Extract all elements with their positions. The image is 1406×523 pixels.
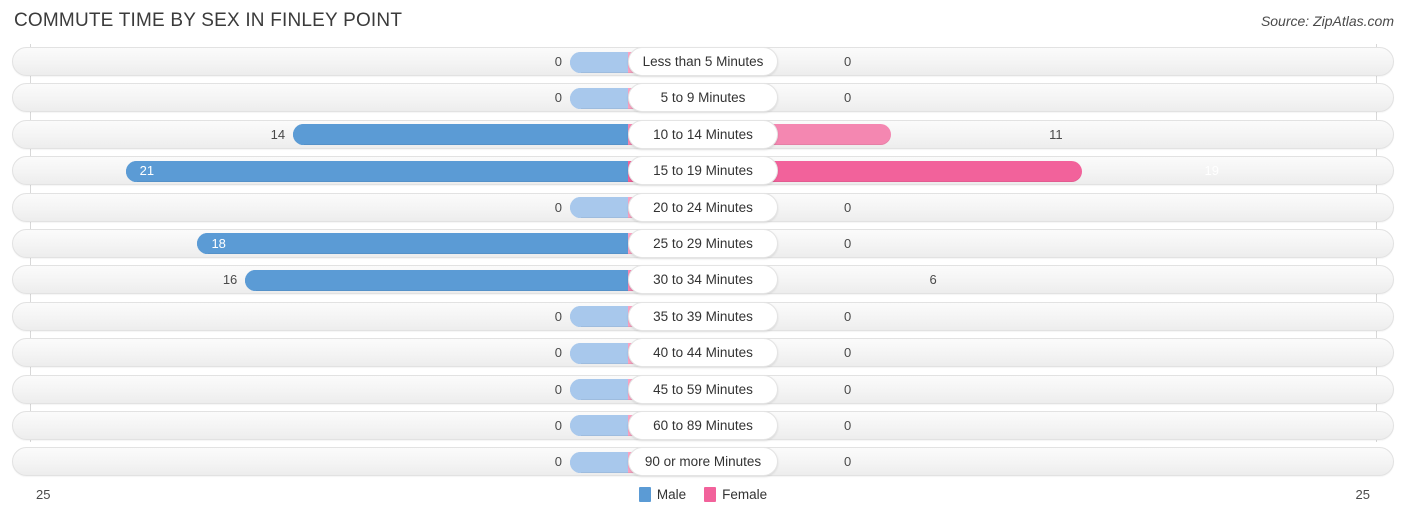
value-label-male: 16 [222,272,238,288]
category-label-pill: 45 to 59 Minutes [628,374,778,404]
bar-male[interactable] [293,124,628,146]
value-label-male: 18 [211,235,226,251]
value-label-male: 0 [554,199,562,215]
bar-male[interactable] [570,342,628,364]
category-label-pill: 15 to 19 Minutes [628,156,778,186]
chart-header: COMMUTE TIME BY SEX IN FINLEY POINT Sour… [0,0,1406,44]
category-label-pill: 60 to 89 Minutes [628,410,778,440]
category-label-pill: 25 to 29 Minutes [628,228,778,258]
bar-row: 0 0 45 to 59 Minutes [0,372,1406,408]
bar-row: 0 0 5 to 9 Minutes [0,80,1406,116]
value-label-male: 0 [554,90,562,106]
bar-row: 21 19 15 to 19 Minutes [0,153,1406,189]
category-label-pill: 5 to 9 Minutes [628,83,778,113]
bar-male[interactable] [570,415,628,437]
value-label-male: 0 [554,345,562,361]
bar-rows: 0 0 Less than 5 Minutes 0 0 5 to 9 Minutes 14 1… [0,44,1406,481]
value-label-female: 0 [844,417,852,433]
bar-male[interactable] [570,306,628,328]
category-label-pill: 30 to 34 Minutes [628,265,778,295]
value-label-male: 0 [554,381,562,397]
bar-male[interactable] [570,51,628,73]
chart-footer: 25 25 Male Female [0,481,1406,523]
value-label-female: 6 [929,272,937,288]
category-label-pill: Less than 5 Minutes [628,47,778,76]
value-label-female: 0 [844,308,852,324]
bar-row: 0 0 90 or more Minutes [0,444,1406,480]
bar-male[interactable] [570,379,628,401]
bar-row: 0 0 60 to 89 Minutes [0,408,1406,444]
chart-plot-area: 0 0 Less than 5 Minutes 0 0 5 to 9 Minutes 14 1… [0,44,1406,481]
value-label-female: 0 [844,90,852,106]
bar-male[interactable] [245,269,628,291]
bar-row: 14 11 10 to 14 Minutes [0,117,1406,153]
legend-swatch-female-icon [704,487,717,502]
value-label-female: 0 [844,381,852,397]
bar-row: 16 6 30 to 34 Minutes [0,262,1406,298]
value-label-female: 11 [1049,126,1063,142]
category-label-pill: 40 to 44 Minutes [628,338,778,368]
category-label-pill: 35 to 39 Minutes [628,301,778,331]
legend-item-male[interactable]: Male [638,487,687,502]
value-label-male: 14 [270,126,286,142]
legend-item-female[interactable]: Female [704,487,767,502]
bar-male[interactable] [570,87,628,109]
legend-swatch-male-icon [638,487,651,502]
category-label-pill: 90 or more Minutes [628,447,778,477]
chart-legend: Male Female [0,487,1406,502]
value-label-female: 0 [844,235,852,251]
category-label-pill: 10 to 14 Minutes [628,119,778,149]
bar-row: 0 0 20 to 24 Minutes [0,190,1406,226]
category-label-pill: 20 to 24 Minutes [628,192,778,222]
value-label-male: 0 [554,454,562,470]
bar-male[interactable] [125,160,628,182]
page-title: COMMUTE TIME BY SEX IN FINLEY POINT [14,10,403,31]
value-label-male: 0 [554,308,562,324]
bar-row: 0 0 Less than 5 Minutes [0,44,1406,80]
source-attribution: Source: ZipAtlas.com [1260,13,1394,29]
value-label-male: 21 [139,163,155,179]
value-label-female: 19 [1204,163,1219,179]
value-label-male: 0 [554,417,562,433]
legend-label-male: Male [656,487,687,502]
bar-male[interactable] [570,197,628,219]
bar-row: 0 0 40 to 44 Minutes [0,335,1406,371]
bar-row: 18 0 25 to 29 Minutes [0,226,1406,262]
value-label-female: 0 [844,345,852,361]
legend-label-female: Female [722,487,768,502]
value-label-female: 0 [844,199,852,215]
value-label-female: 0 [844,54,852,69]
bar-male[interactable] [570,451,628,473]
bar-male[interactable] [197,233,628,255]
value-label-male: 0 [554,54,562,69]
bar-row: 0 0 35 to 39 Minutes [0,299,1406,335]
value-label-female: 0 [844,454,852,470]
